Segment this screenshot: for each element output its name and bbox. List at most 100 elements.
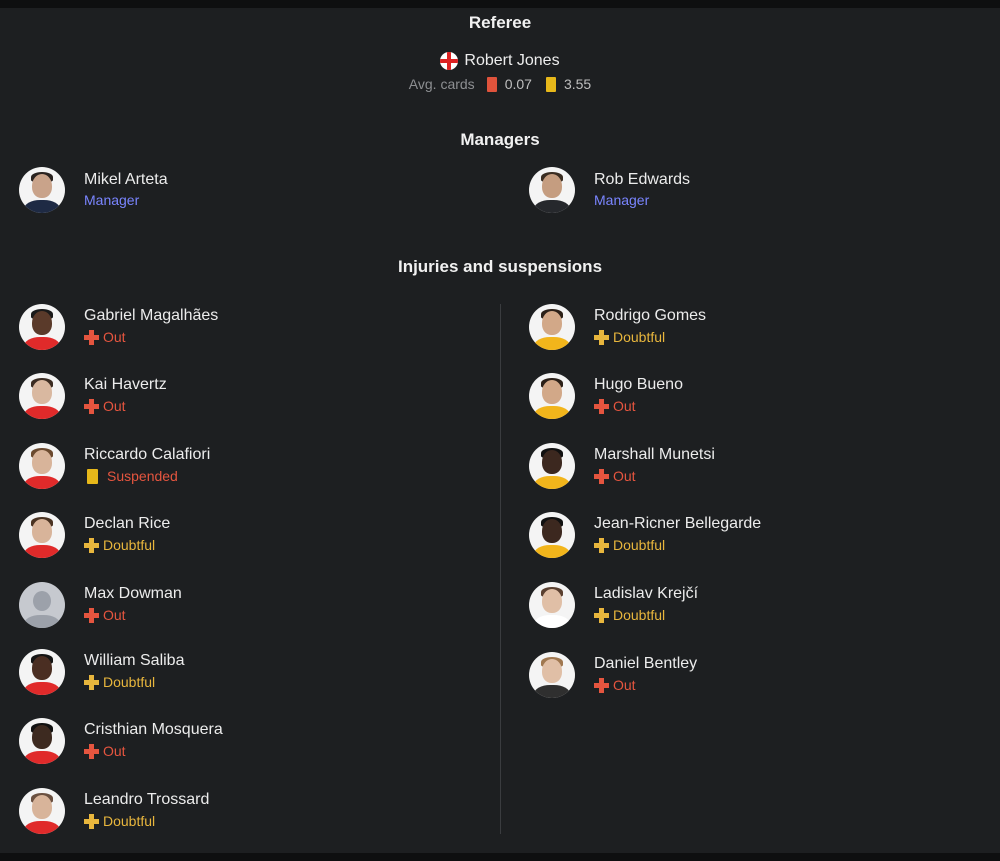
medical-cross-icon bbox=[84, 329, 99, 345]
referee-name[interactable]: Robert Jones bbox=[464, 52, 559, 70]
player-name: Jean-Ricner Bellegarde bbox=[594, 515, 762, 532]
injury-row[interactable]: Daniel Bentley Out bbox=[529, 652, 697, 698]
player-name: William Saliba bbox=[84, 652, 185, 669]
player-name: Daniel Bentley bbox=[594, 655, 698, 672]
status-label: Out bbox=[613, 468, 636, 484]
player-avatar bbox=[19, 718, 65, 764]
player-status: Doubtful bbox=[594, 534, 761, 556]
injury-row[interactable]: Leandro Trossard Doubtful bbox=[19, 788, 209, 834]
medical-cross-icon bbox=[594, 537, 609, 553]
player-avatar bbox=[529, 373, 575, 419]
player-status: Out bbox=[594, 465, 715, 487]
player-status: Doubtful bbox=[594, 326, 706, 348]
injuries-title: Injuries and suspensions bbox=[397, 257, 603, 276]
player-placeholder-avatar bbox=[19, 582, 65, 628]
injury-row[interactable]: Ladislav Krejčí Doubtful bbox=[529, 582, 698, 628]
player-status: Doubtful bbox=[84, 810, 209, 832]
injury-row[interactable]: Riccardo Calafiori Suspended bbox=[19, 443, 210, 489]
manager-role: Manager bbox=[594, 192, 650, 208]
status-label: Doubtful bbox=[103, 813, 156, 829]
medical-cross-icon bbox=[84, 813, 99, 829]
player-avatar bbox=[19, 649, 65, 695]
manager-name: Mikel Arteta bbox=[84, 171, 168, 188]
medical-cross-icon bbox=[594, 329, 609, 345]
player-name: Gabriel Magalhães bbox=[84, 307, 219, 324]
manager-away[interactable]: Rob Edwards Manager bbox=[529, 167, 690, 213]
injury-row[interactable]: Jean-Ricner Bellegarde Doubtful bbox=[529, 512, 761, 558]
injury-row[interactable]: Rodrigo Gomes Doubtful bbox=[529, 304, 706, 350]
player-avatar bbox=[19, 443, 65, 489]
injury-row[interactable]: Declan Rice Doubtful bbox=[19, 512, 170, 558]
medical-cross-icon bbox=[84, 607, 99, 623]
player-avatar bbox=[529, 652, 575, 698]
yellow-card-avg: 3.55 bbox=[563, 76, 592, 92]
status-label: Out bbox=[613, 677, 636, 693]
status-label: Doubtful bbox=[613, 607, 666, 623]
status-label: Out bbox=[613, 398, 636, 414]
player-avatar bbox=[19, 373, 65, 419]
england-flag-icon bbox=[440, 52, 459, 70]
red-card-avg: 0.07 bbox=[504, 76, 532, 92]
manager-avatar bbox=[19, 167, 65, 213]
medical-cross-icon bbox=[84, 537, 99, 553]
column-divider bbox=[500, 304, 501, 834]
player-status: Doubtful bbox=[594, 604, 698, 626]
injury-row[interactable]: Max Dowman Out bbox=[19, 582, 182, 628]
player-avatar bbox=[19, 512, 65, 558]
avg-cards-label: Avg. cards bbox=[408, 76, 475, 92]
status-label: Suspended bbox=[107, 468, 178, 484]
status-label: Doubtful bbox=[613, 537, 666, 553]
player-name: Riccardo Calafiori bbox=[84, 446, 211, 463]
red-card-icon bbox=[486, 76, 497, 92]
manager-role: Manager bbox=[84, 192, 140, 208]
player-name: Max Dowman bbox=[84, 585, 182, 602]
manager-avatar bbox=[529, 167, 575, 213]
injury-row[interactable]: Marshall Munetsi Out bbox=[529, 443, 715, 489]
injury-row[interactable]: Hugo Bueno Out bbox=[529, 373, 683, 419]
player-avatar bbox=[529, 443, 575, 489]
player-name: Marshall Munetsi bbox=[594, 446, 715, 463]
manager-name: Rob Edwards bbox=[594, 171, 691, 188]
injury-row[interactable]: Kai Havertz Out bbox=[19, 373, 167, 419]
player-avatar bbox=[529, 512, 575, 558]
player-status: Suspended bbox=[84, 465, 210, 487]
medical-cross-icon bbox=[84, 674, 99, 690]
injury-row[interactable]: William Saliba Doubtful bbox=[19, 649, 184, 695]
status-label: Out bbox=[103, 398, 126, 414]
player-status: Doubtful bbox=[84, 671, 184, 693]
player-avatar bbox=[19, 304, 65, 350]
status-label: Doubtful bbox=[103, 537, 156, 553]
injury-row[interactable]: Cristhian Mosquera Out bbox=[19, 718, 223, 764]
medical-cross-icon bbox=[84, 398, 99, 414]
player-name: Rodrigo Gomes bbox=[594, 307, 707, 324]
status-label: Out bbox=[103, 607, 126, 623]
referee-title: Referee bbox=[468, 13, 532, 32]
status-label: Doubtful bbox=[103, 674, 156, 690]
manager-home[interactable]: Mikel Arteta Manager bbox=[19, 167, 168, 213]
status-label: Out bbox=[103, 743, 126, 759]
player-avatar bbox=[529, 304, 575, 350]
player-name: Cristhian Mosquera bbox=[84, 721, 223, 738]
player-name: Declan Rice bbox=[84, 515, 171, 532]
player-name: Hugo Bueno bbox=[594, 376, 683, 393]
status-label: Doubtful bbox=[613, 329, 666, 345]
medical-cross-icon bbox=[594, 607, 609, 623]
medical-cross-icon bbox=[594, 468, 609, 484]
referee-avg-cards: Avg. cards 0.07 3.55 bbox=[0, 76, 1000, 92]
status-label: Out bbox=[103, 329, 126, 345]
medical-cross-icon bbox=[594, 398, 609, 414]
yellow-card-icon bbox=[87, 468, 98, 484]
yellow-card-icon bbox=[545, 76, 556, 92]
player-avatar bbox=[529, 582, 575, 628]
player-name: Ladislav Krejčí bbox=[594, 585, 699, 602]
referee-row: Robert Jones bbox=[0, 52, 1000, 70]
player-avatar bbox=[19, 788, 65, 834]
player-status: Doubtful bbox=[84, 534, 170, 556]
player-status: Out bbox=[84, 395, 167, 417]
player-status: Out bbox=[594, 674, 697, 696]
medical-cross-icon bbox=[84, 743, 99, 759]
player-status: Out bbox=[84, 326, 218, 348]
player-status: Out bbox=[594, 395, 683, 417]
player-name: Leandro Trossard bbox=[84, 791, 210, 808]
injury-row[interactable]: Gabriel Magalhães Out bbox=[19, 304, 218, 350]
